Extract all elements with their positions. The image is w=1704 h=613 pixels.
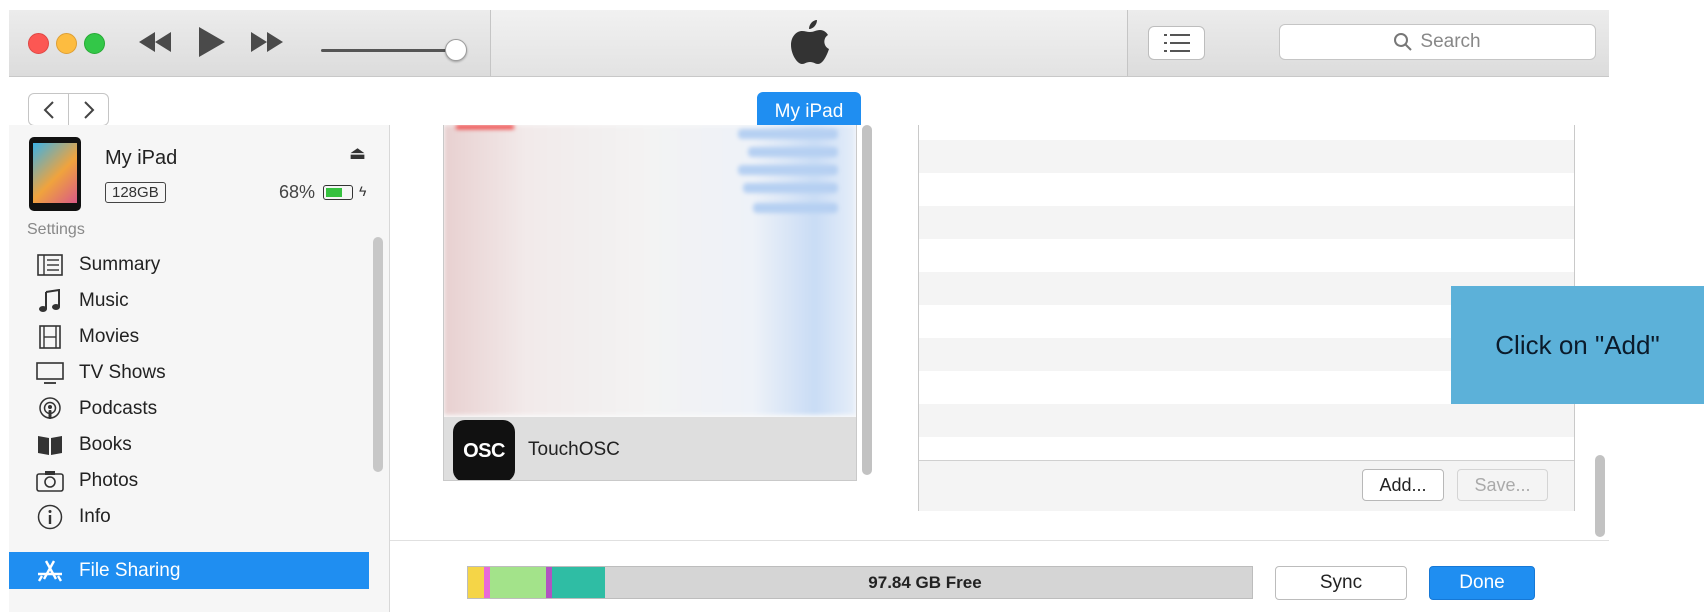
- eject-icon[interactable]: ⏏: [349, 143, 366, 164]
- forward-button[interactable]: [69, 94, 108, 125]
- navigation-row: My iPad: [9, 77, 1609, 131]
- sidebar-scrollbar[interactable]: [373, 237, 383, 472]
- list-row: [919, 173, 1574, 206]
- save-button[interactable]: Save...: [1457, 469, 1548, 501]
- tv-icon: [35, 361, 65, 385]
- toolbar: Search: [9, 10, 1609, 77]
- itunes-window: Search My iPad My iPad 128GB ⏏ 68% ϟ Set…: [9, 10, 1609, 612]
- sidebar-item-label: Music: [79, 290, 129, 311]
- list-row: [919, 239, 1574, 272]
- sidebar-item-tv-shows[interactable]: TV Shows: [9, 355, 369, 391]
- zoom-window-button[interactable]: [84, 33, 105, 54]
- list-row: [919, 140, 1574, 173]
- sidebar: My iPad 128GB ⏏ 68% ϟ Settings Summary M…: [9, 125, 390, 612]
- sidebar-item-file-sharing[interactable]: File Sharing: [9, 552, 369, 589]
- list-row: [919, 404, 1574, 437]
- apps-scrollbar[interactable]: [862, 125, 872, 475]
- storage-bar: 97.84 GB Free: [467, 566, 1253, 599]
- tutorial-callout: Click on "Add": [1451, 286, 1704, 404]
- device-name: My iPad: [105, 147, 178, 169]
- camera-icon: [35, 469, 65, 493]
- sidebar-item-label: Summary: [79, 254, 161, 275]
- sidebar-item-movies[interactable]: Movies: [9, 319, 369, 355]
- sidebar-item-podcasts[interactable]: Podcasts: [9, 391, 369, 427]
- blurred-app-list: [444, 125, 856, 415]
- sidebar-item-label: Books: [79, 434, 132, 455]
- volume-knob[interactable]: [445, 39, 467, 61]
- bottom-bar: 97.84 GB Free Sync Done: [390, 540, 1609, 612]
- search-field[interactable]: Search: [1279, 24, 1596, 60]
- capacity-badge: 128GB: [105, 182, 166, 203]
- rewind-icon: [139, 32, 171, 52]
- sidebar-item-label: Podcasts: [79, 398, 158, 419]
- settings-section-label: Settings: [27, 221, 85, 238]
- ipad-icon: [29, 137, 81, 211]
- app-name: TouchOSC: [528, 439, 620, 460]
- sidebar-item-info[interactable]: Info: [9, 499, 369, 535]
- play-icon: [199, 27, 225, 57]
- chevron-right-icon: [83, 100, 94, 119]
- list-icon: [1163, 34, 1190, 52]
- lcd-display: [490, 10, 1128, 76]
- battery-icon: [323, 185, 353, 200]
- callout-text: Click on "Add": [1495, 329, 1660, 360]
- done-button[interactable]: Done: [1429, 566, 1535, 600]
- fast-forward-icon: [251, 32, 283, 52]
- sidebar-item-label: File Sharing: [79, 559, 181, 581]
- charging-icon: ϟ: [359, 183, 367, 199]
- up-next-button[interactable]: [1148, 26, 1205, 60]
- apple-logo-icon: [791, 20, 829, 64]
- minimize-window-button[interactable]: [56, 33, 77, 54]
- storage-free-label: 97.84 GB Free: [868, 572, 982, 592]
- search-placeholder: Search: [1420, 31, 1481, 52]
- summary-icon: [35, 253, 65, 277]
- music-note-icon: [35, 289, 65, 313]
- podcast-icon: [35, 397, 65, 421]
- battery-percent: 68%: [279, 182, 316, 202]
- add-button[interactable]: Add...: [1362, 469, 1444, 501]
- history-buttons: [28, 93, 109, 126]
- sidebar-item-label: Movies: [79, 326, 140, 347]
- sidebar-item-label: Photos: [79, 470, 139, 491]
- rewind-button[interactable]: [135, 24, 175, 60]
- sidebar-item-label: TV Shows: [79, 362, 166, 383]
- sidebar-item-books[interactable]: Books: [9, 427, 369, 463]
- back-button[interactable]: [29, 94, 69, 125]
- app-store-icon: [35, 559, 65, 583]
- sidebar-item-photos[interactable]: Photos: [9, 463, 369, 499]
- sidebar-item-summary[interactable]: Summary: [9, 247, 369, 283]
- apps-list: OSC TouchOSC: [443, 125, 857, 481]
- sync-button[interactable]: Sync: [1275, 566, 1407, 600]
- list-row: [919, 206, 1574, 239]
- volume-slider[interactable]: [321, 49, 461, 52]
- touchosc-app-icon: OSC: [453, 420, 515, 480]
- fast-forward-button[interactable]: [247, 24, 287, 60]
- search-icon: [1394, 33, 1413, 51]
- documents-footer: Add... Save...: [919, 460, 1574, 511]
- info-icon: [35, 504, 65, 530]
- main-content: OSC TouchOSC Add... Save... 97.84 GB Fre…: [390, 125, 1609, 612]
- chevron-left-icon: [43, 100, 54, 119]
- play-button[interactable]: [192, 24, 232, 60]
- film-icon: [35, 325, 65, 349]
- sidebar-item-label: Info: [79, 506, 111, 527]
- book-icon: [35, 433, 65, 457]
- sidebar-item-music[interactable]: Music: [9, 283, 369, 319]
- close-window-button[interactable]: [28, 33, 49, 54]
- main-scrollbar[interactable]: [1595, 455, 1605, 537]
- app-row-touchosc[interactable]: OSC TouchOSC: [444, 417, 856, 480]
